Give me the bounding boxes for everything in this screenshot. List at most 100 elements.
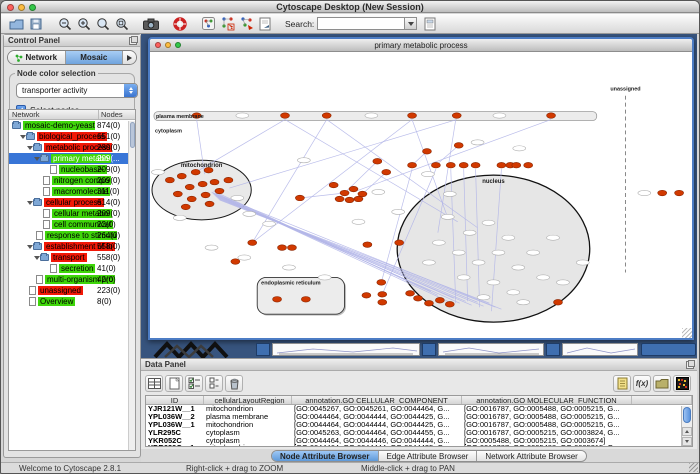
tab-mosaic[interactable]: Mosaic <box>66 51 124 64</box>
app-resize-grip[interactable] <box>689 463 698 472</box>
graph-node[interactable] <box>373 158 382 164</box>
graph-node[interactable] <box>382 169 391 175</box>
tree-row[interactable]: cellular metabol209(0) <box>9 208 135 219</box>
graph-node[interactable] <box>191 169 200 175</box>
annotation-page-icon[interactable] <box>256 15 275 32</box>
open-folder-icon[interactable] <box>7 15 26 32</box>
layout-a-icon[interactable] <box>218 15 237 32</box>
window-resize-grip[interactable] <box>682 328 692 338</box>
tab-overflow-arrow[interactable] <box>123 51 136 64</box>
graph-node[interactable] <box>281 113 290 119</box>
graph-node[interactable] <box>329 182 338 188</box>
graph-node[interactable] <box>459 162 468 168</box>
attribute-rows-icon[interactable] <box>205 375 223 392</box>
graph-node[interactable] <box>173 191 182 197</box>
tree-row[interactable]: macromolecule311(0) <box>9 186 135 197</box>
graph-node[interactable] <box>395 240 404 246</box>
tree-row[interactable]: primary metabo209(... <box>9 153 135 164</box>
formula-fx-icon[interactable]: f(x) <box>633 375 651 392</box>
layout-b-icon[interactable] <box>237 15 256 32</box>
graph-node[interactable] <box>446 162 455 168</box>
graph-node[interactable] <box>205 201 214 207</box>
scroll-up-icon[interactable] <box>682 427 692 436</box>
float-panel-icon[interactable] <box>129 37 137 45</box>
background-window-fragment[interactable] <box>546 343 560 356</box>
save-icon[interactable] <box>26 15 45 32</box>
graph-node[interactable] <box>377 280 386 286</box>
tree-col-nodes[interactable]: Nodes <box>99 110 135 119</box>
tab-network[interactable]: Network <box>8 51 66 64</box>
graph-node[interactable] <box>231 259 240 265</box>
network-canvas[interactable]: plasma membranecytoplasmmitochondrionnuc… <box>150 53 692 338</box>
zoom-selected-icon[interactable] <box>93 15 112 32</box>
tree-row[interactable]: response to stimulu264(0) <box>9 230 135 241</box>
graph-node[interactable] <box>165 177 174 183</box>
graph-node[interactable] <box>335 196 344 202</box>
graph-node[interactable] <box>273 296 282 302</box>
graph-node[interactable] <box>414 295 423 301</box>
graph-node[interactable] <box>408 113 417 119</box>
select-all-table-icon[interactable] <box>145 375 163 392</box>
search-input[interactable] <box>317 17 405 30</box>
graph-node[interactable] <box>658 190 667 196</box>
graph-node[interactable] <box>378 292 387 298</box>
graph-node[interactable] <box>354 196 363 202</box>
plugin-page-icon[interactable] <box>421 15 440 32</box>
tree-row[interactable]: cellular process614(0) <box>9 197 135 208</box>
graph-node[interactable] <box>295 195 304 201</box>
new-attribute-page-icon[interactable] <box>165 375 183 392</box>
tree-scrollbar[interactable] <box>128 121 135 450</box>
graph-edge[interactable] <box>229 120 456 189</box>
background-window-fragment[interactable] <box>641 343 696 356</box>
table-column-header[interactable]: ID <box>146 396 204 404</box>
graph-edge[interactable] <box>285 120 458 222</box>
background-window-fragment[interactable] <box>562 343 638 356</box>
table-column-header[interactable]: annotation.GO CELLULAR_COMPONENT <box>292 396 462 404</box>
minimize-button[interactable] <box>18 4 25 11</box>
node-color-dropdown[interactable]: transporter activity <box>16 83 138 98</box>
graph-node[interactable] <box>378 299 387 305</box>
graph-node[interactable] <box>224 177 233 183</box>
zoom-in-icon[interactable] <box>74 15 93 32</box>
graph-node[interactable] <box>363 242 372 248</box>
graph-edge[interactable] <box>436 145 459 165</box>
zoom-button[interactable] <box>29 4 36 11</box>
network-view-titlebar[interactable]: primary metabolic process <box>150 39 692 52</box>
background-window-fragment[interactable] <box>272 343 420 356</box>
notes-pad-icon[interactable] <box>613 375 631 392</box>
expand-arrow-icon[interactable] <box>26 201 33 205</box>
browser-tab-edge[interactable]: Edge Attribute Browser <box>379 451 478 461</box>
table-column-header[interactable]: _cellularLayoutRegion <box>204 396 292 404</box>
tree-row[interactable]: cell communicat22(0) <box>9 219 135 230</box>
graph-node[interactable] <box>340 190 349 196</box>
background-window-fragment[interactable] <box>422 343 436 356</box>
tree-col-network[interactable]: Network <box>9 110 99 119</box>
graph-node[interactable] <box>431 162 440 168</box>
expand-arrow-icon[interactable] <box>19 135 26 139</box>
tree-row[interactable]: multi-organism pro42(0) <box>9 274 135 285</box>
graph-node[interactable] <box>248 240 257 246</box>
tree-row[interactable]: establishment of lo558(0) <box>9 241 135 252</box>
graph-node[interactable] <box>287 245 296 251</box>
tree-row[interactable]: metabolic process280(0) <box>9 142 135 153</box>
graph-node[interactable] <box>345 197 354 203</box>
background-window-fragment[interactable] <box>438 343 544 356</box>
import-folder-icon[interactable] <box>653 375 671 392</box>
expand-arrow-icon[interactable] <box>26 245 33 249</box>
graph-node[interactable] <box>301 296 310 302</box>
tree-row[interactable]: Overview8(0) <box>9 296 135 307</box>
help-ring-icon[interactable] <box>170 15 189 32</box>
tree-row[interactable]: transport558(0) <box>9 252 135 263</box>
graph-node[interactable] <box>424 300 433 306</box>
graph-node[interactable] <box>524 162 533 168</box>
graph-node[interactable] <box>406 291 415 297</box>
zoom-button[interactable] <box>175 42 181 48</box>
expand-arrow-icon[interactable] <box>26 146 33 150</box>
snapshot-camera-icon[interactable] <box>141 15 160 32</box>
tree-row[interactable]: secretion41(0) <box>9 263 135 274</box>
tree-row[interactable]: biological_process651(0) <box>9 131 135 142</box>
graph-node[interactable] <box>278 245 287 251</box>
heatmap-grid-icon[interactable] <box>673 375 691 392</box>
graph-node[interactable] <box>185 184 194 190</box>
tree-row[interactable]: unassigned223(0) <box>9 285 135 296</box>
